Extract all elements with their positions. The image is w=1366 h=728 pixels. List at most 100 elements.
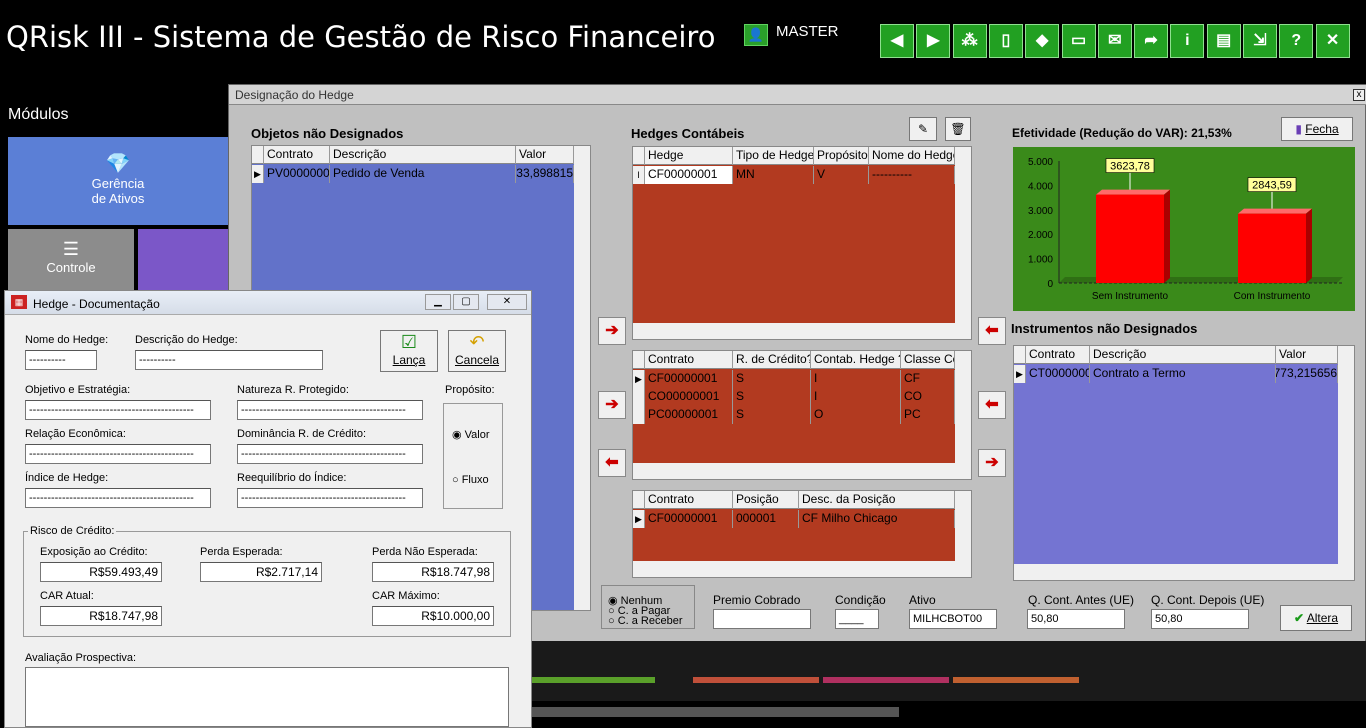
vertical-scrollbar[interactable]	[955, 351, 971, 465]
fecha-button[interactable]: ▮ Fecha	[1281, 117, 1353, 141]
instrumentos-grid[interactable]: Contrato Descrição Valor ▶ CT00000001 Co…	[1013, 345, 1355, 581]
avaliacao-textarea[interactable]	[25, 667, 509, 727]
col-header[interactable]: Posição	[733, 491, 799, 509]
cell: 1773,215656	[1276, 365, 1338, 383]
car-max-field[interactable]: R$10.000,00	[372, 606, 494, 626]
bar-indicator-icon[interactable]: ▯	[988, 24, 1023, 58]
table-row[interactable]: ▶ CF00000001 000001 CF Milho Chicago	[633, 510, 955, 528]
vertical-scrollbar[interactable]	[955, 147, 971, 325]
traffic-light-icon[interactable]: ⁂	[952, 24, 987, 58]
col-header[interactable]: Nome do Hedge	[869, 147, 955, 165]
radio-fluxo[interactable]: ○ Fluxo	[452, 474, 489, 486]
move-right-arrow-icon[interactable]: ➔	[978, 449, 1006, 477]
vertical-scrollbar[interactable]	[574, 146, 590, 610]
altera-label: Altera	[1306, 611, 1339, 625]
radio-receber[interactable]: ○ C. a Receber	[608, 615, 683, 627]
tile-label: Controle	[46, 260, 96, 275]
exposicao-field[interactable]: R$59.493,49	[40, 562, 162, 582]
col-header[interactable]: Contab. Hedge ?	[811, 351, 901, 369]
risco-credito-group: Risco de Crédito: Exposição ao Crédito: …	[23, 525, 511, 637]
desc-field[interactable]: ----------	[135, 350, 323, 370]
move-left-arrow-icon[interactable]: ⬅	[978, 317, 1006, 345]
col-header[interactable]: Contrato	[1026, 346, 1090, 364]
col-header[interactable]: Descrição	[330, 146, 516, 164]
tile-gerencia-ativos[interactable]: 💎 Gerência de Ativos	[8, 137, 228, 225]
col-header[interactable]: Classe Co	[901, 351, 955, 369]
document-icon[interactable]: ▤	[1206, 24, 1241, 58]
table-row[interactable]: CO00000001 S I CO	[633, 388, 955, 406]
col-header[interactable]: Descrição	[1090, 346, 1276, 364]
arrow-right-icon[interactable]: ▶	[916, 24, 951, 58]
natureza-field[interactable]: ----------------------------------------…	[237, 400, 423, 420]
qantes-field[interactable]: 50,80	[1027, 609, 1125, 629]
condicao-field[interactable]: ____	[835, 609, 879, 629]
objetivo-field[interactable]: ----------------------------------------…	[25, 400, 211, 420]
cancela-button[interactable]: ↶ Cancela	[448, 330, 506, 372]
minimize-icon[interactable]: ▁	[425, 294, 451, 310]
col-header[interactable]: Contrato	[264, 146, 330, 164]
col-header[interactable]: Hedge	[645, 147, 733, 165]
horizontal-scrollbar[interactable]	[529, 707, 899, 717]
premio-field[interactable]	[713, 609, 811, 629]
move-left-arrow-icon[interactable]: ⬅	[978, 391, 1006, 419]
lanca-button[interactable]: ☑ Lança	[380, 330, 438, 372]
cell: I	[811, 388, 901, 406]
mail-forward-icon[interactable]: ➦	[1134, 24, 1169, 58]
cell: 000001	[733, 510, 799, 528]
nome-field[interactable]: ----------	[25, 350, 97, 370]
table-row[interactable]: ▶ CF00000001 S I CF	[633, 370, 955, 388]
col-header[interactable]: Propósito	[814, 147, 869, 165]
qdepois-field[interactable]: 50,80	[1151, 609, 1249, 629]
radio-valor[interactable]: ◉ Valor	[452, 428, 490, 441]
move-right-arrow-icon[interactable]: ➔	[598, 317, 626, 345]
mail-open-icon[interactable]: ✉	[1097, 24, 1132, 58]
move-right-arrow-icon[interactable]: ➔	[598, 391, 626, 419]
indice-field[interactable]: ----------------------------------------…	[25, 488, 211, 508]
perda-esp-label: Perda Esperada:	[200, 546, 283, 558]
edit-hedge-icon[interactable]: ✎	[909, 117, 937, 141]
cell[interactable]: CF00000001	[645, 166, 733, 184]
relacao-field[interactable]: ----------------------------------------…	[25, 444, 211, 464]
horizontal-scrollbar[interactable]	[633, 463, 971, 479]
trash-icon[interactable]: 🗑	[945, 117, 971, 141]
table-row[interactable]: I CF00000001 MN V ----------	[633, 166, 955, 184]
col-header[interactable]: Valor	[516, 146, 574, 164]
table-row[interactable]: PC00000001 S O PC	[633, 406, 955, 424]
tile-purple[interactable]	[138, 229, 228, 291]
reequilibrio-field[interactable]: ----------------------------------------…	[237, 488, 423, 508]
table-row[interactable]: ▶ CT00000001 Contrato a Termo 1773,21565…	[1014, 365, 1338, 383]
col-header[interactable]: Contrato	[645, 351, 733, 369]
close-icon[interactable]: ✕	[487, 294, 527, 310]
col-header[interactable]: Contrato	[645, 491, 733, 509]
contracts-grid[interactable]: Contrato R. de Crédito? Contab. Hedge ? …	[632, 350, 972, 480]
paint-bucket-icon[interactable]: ◆	[1025, 24, 1060, 58]
col-header[interactable]: Desc. da Posição	[799, 491, 955, 509]
car-atual-field[interactable]: R$18.747,98	[40, 606, 162, 626]
horizontal-scrollbar[interactable]	[1014, 564, 1354, 580]
hedges-grid[interactable]: Hedge Tipo de Hedge Propósito Nome do He…	[632, 146, 972, 340]
vertical-scrollbar[interactable]	[955, 491, 971, 563]
col-header[interactable]: R. de Crédito?	[733, 351, 811, 369]
horizontal-scrollbar[interactable]	[633, 561, 971, 577]
col-header[interactable]: Valor	[1276, 346, 1338, 364]
help-icon[interactable]: ?	[1279, 24, 1314, 58]
col-header[interactable]: Tipo de Hedge	[733, 147, 814, 165]
monitor-icon[interactable]: ▭	[1061, 24, 1096, 58]
ativo-field[interactable]: MILHCBOT00	[909, 609, 997, 629]
perda-esp-field[interactable]: R$2.717,14	[200, 562, 322, 582]
close-icon[interactable]: ✕	[1315, 24, 1350, 58]
horizontal-scrollbar[interactable]	[633, 323, 971, 339]
arrow-left-icon[interactable]: ◀	[880, 24, 914, 58]
vertical-scrollbar[interactable]	[1338, 346, 1354, 566]
perda-nao-field[interactable]: R$18.747,98	[372, 562, 494, 582]
altera-button[interactable]: ✔ Altera	[1280, 605, 1352, 631]
move-left-arrow-icon[interactable]: ⬅	[598, 449, 626, 477]
maximize-icon[interactable]: ▢	[453, 294, 479, 310]
info-icon[interactable]: i	[1170, 24, 1205, 58]
positions-grid[interactable]: Contrato Posição Desc. da Posição ▶ CF00…	[632, 490, 972, 578]
exit-icon[interactable]: ⇲	[1243, 24, 1277, 58]
dominancia-field[interactable]: ----------------------------------------…	[237, 444, 423, 464]
table-row[interactable]: ▶ PV00000001 Pedido de Venda 2133,898815	[252, 165, 574, 183]
close-icon[interactable]: x	[1353, 89, 1365, 101]
tile-controle[interactable]: ☰ Controle	[8, 229, 134, 291]
